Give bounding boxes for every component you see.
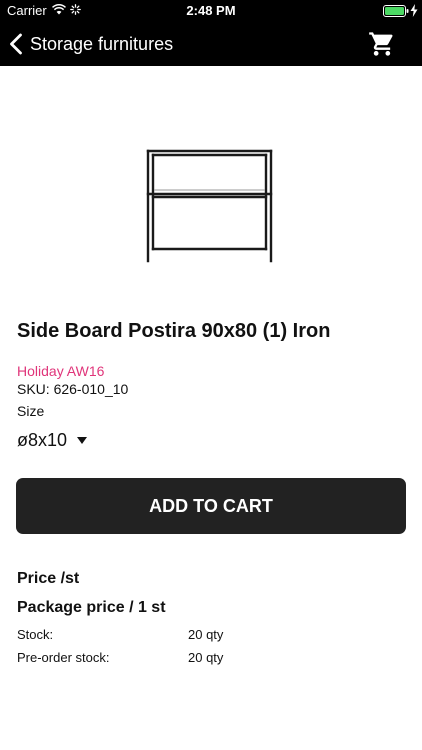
clock-time: 2:48 PM	[186, 3, 236, 18]
nav-bar: Storage furnitures	[0, 22, 422, 66]
cart-button[interactable]	[368, 30, 396, 58]
sku-label: SKU: 626-010_10	[17, 381, 129, 397]
price-label: Price /st	[17, 570, 80, 587]
preorder-stock-label: Pre-order stock:	[17, 650, 110, 665]
collection-label: Holiday AW16	[17, 363, 105, 379]
nav-title: Storage furnitures	[30, 33, 174, 54]
shelf-image	[146, 149, 273, 263]
caret-down-icon	[77, 436, 88, 444]
size-label: Size	[17, 403, 45, 419]
preorder-stock-value: 20 qty	[188, 650, 224, 665]
product-screen: Carrier 2:48 PM Storage furnitures Side …	[0, 0, 422, 750]
size-value: ø8x10	[17, 429, 68, 450]
add-to-cart-label: ADD TO CART	[149, 495, 273, 516]
stock-value: 20 qty	[188, 627, 224, 642]
battery-icon	[383, 5, 409, 17]
charging-icon	[410, 4, 418, 17]
size-dropdown[interactable]: ø8x10	[17, 428, 88, 452]
back-button[interactable]: Storage furnitures	[8, 30, 173, 58]
add-to-cart-button[interactable]: ADD TO CART	[16, 478, 406, 534]
package-price-label: Package price / 1 st	[17, 599, 166, 616]
product-title: Side Board Postira 90x80 (1) Iron	[17, 320, 331, 342]
cart-icon	[369, 32, 393, 56]
chevron-left-icon	[10, 33, 22, 55]
stock-label: Stock:	[17, 627, 54, 642]
status-bar: Carrier 2:48 PM	[0, 0, 422, 22]
header: Carrier 2:48 PM Storage furnitures	[0, 0, 422, 66]
